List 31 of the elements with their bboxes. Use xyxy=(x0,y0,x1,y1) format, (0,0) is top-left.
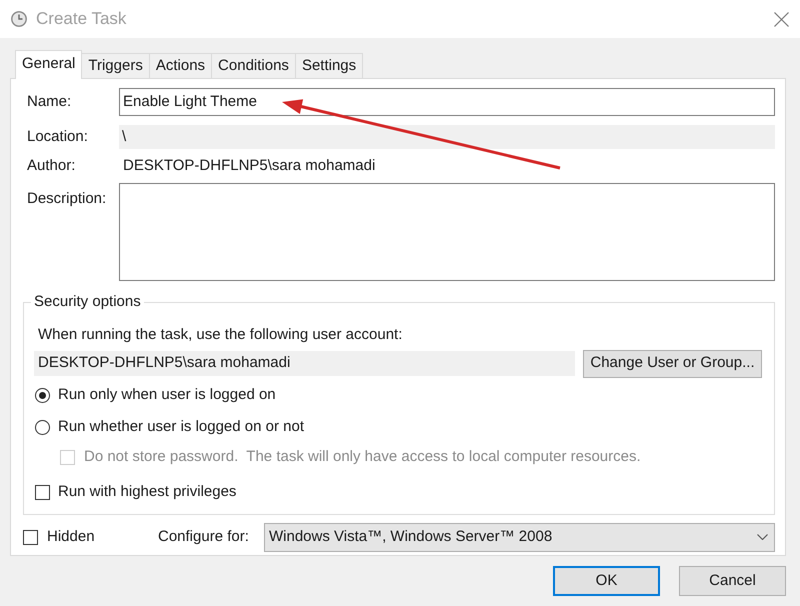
checkbox[interactable] xyxy=(35,485,50,500)
account-prompt: When running the task, use the following user account: xyxy=(38,326,404,344)
description-field[interactable] xyxy=(119,183,775,281)
author-label: Author: xyxy=(26,156,76,176)
radio-button[interactable] xyxy=(35,420,50,435)
dialog-button[interactable]: OK xyxy=(553,566,660,596)
window-title: Create Task xyxy=(36,8,126,30)
radio-button[interactable] xyxy=(35,388,50,403)
dialog-button[interactable]: Cancel xyxy=(679,566,786,596)
user-account-field: DESKTOP-DHFLNP5\sara mohamadi xyxy=(34,351,575,376)
name-label: Name: xyxy=(26,92,72,112)
radio-label: Run whether user is logged on or not xyxy=(58,417,304,438)
checkbox-label: Run with highest privileges xyxy=(58,482,236,502)
checkbox[interactable] xyxy=(23,530,38,544)
checkbox-label: Hidden xyxy=(47,526,96,547)
configure-for-label: Configure for: xyxy=(158,526,250,547)
author-value: DESKTOP-DHFLNP5\sara mohamadi xyxy=(122,156,376,176)
change-user-button[interactable]: Change User or Group... xyxy=(583,350,762,378)
location-label: Location: xyxy=(26,126,89,147)
chevron-down-icon xyxy=(757,534,768,540)
tab[interactable]: Settings xyxy=(294,53,364,78)
description-label: Description: xyxy=(26,189,108,209)
radio-label: Run only when user is logged on xyxy=(58,385,276,406)
location-field: \ xyxy=(119,125,775,149)
close-icon[interactable] xyxy=(774,12,789,26)
checkbox-label: Do not store password. The task will only have access to local computer resources. xyxy=(84,447,641,468)
name-field[interactable]: Enable Light Theme xyxy=(119,88,775,116)
tab[interactable]: General xyxy=(15,50,82,79)
clock-icon xyxy=(11,11,27,27)
group-title: Security options xyxy=(33,292,142,312)
configure-for-dropdown[interactable]: Windows Vista™, Windows Server™ 2008 xyxy=(264,522,775,552)
